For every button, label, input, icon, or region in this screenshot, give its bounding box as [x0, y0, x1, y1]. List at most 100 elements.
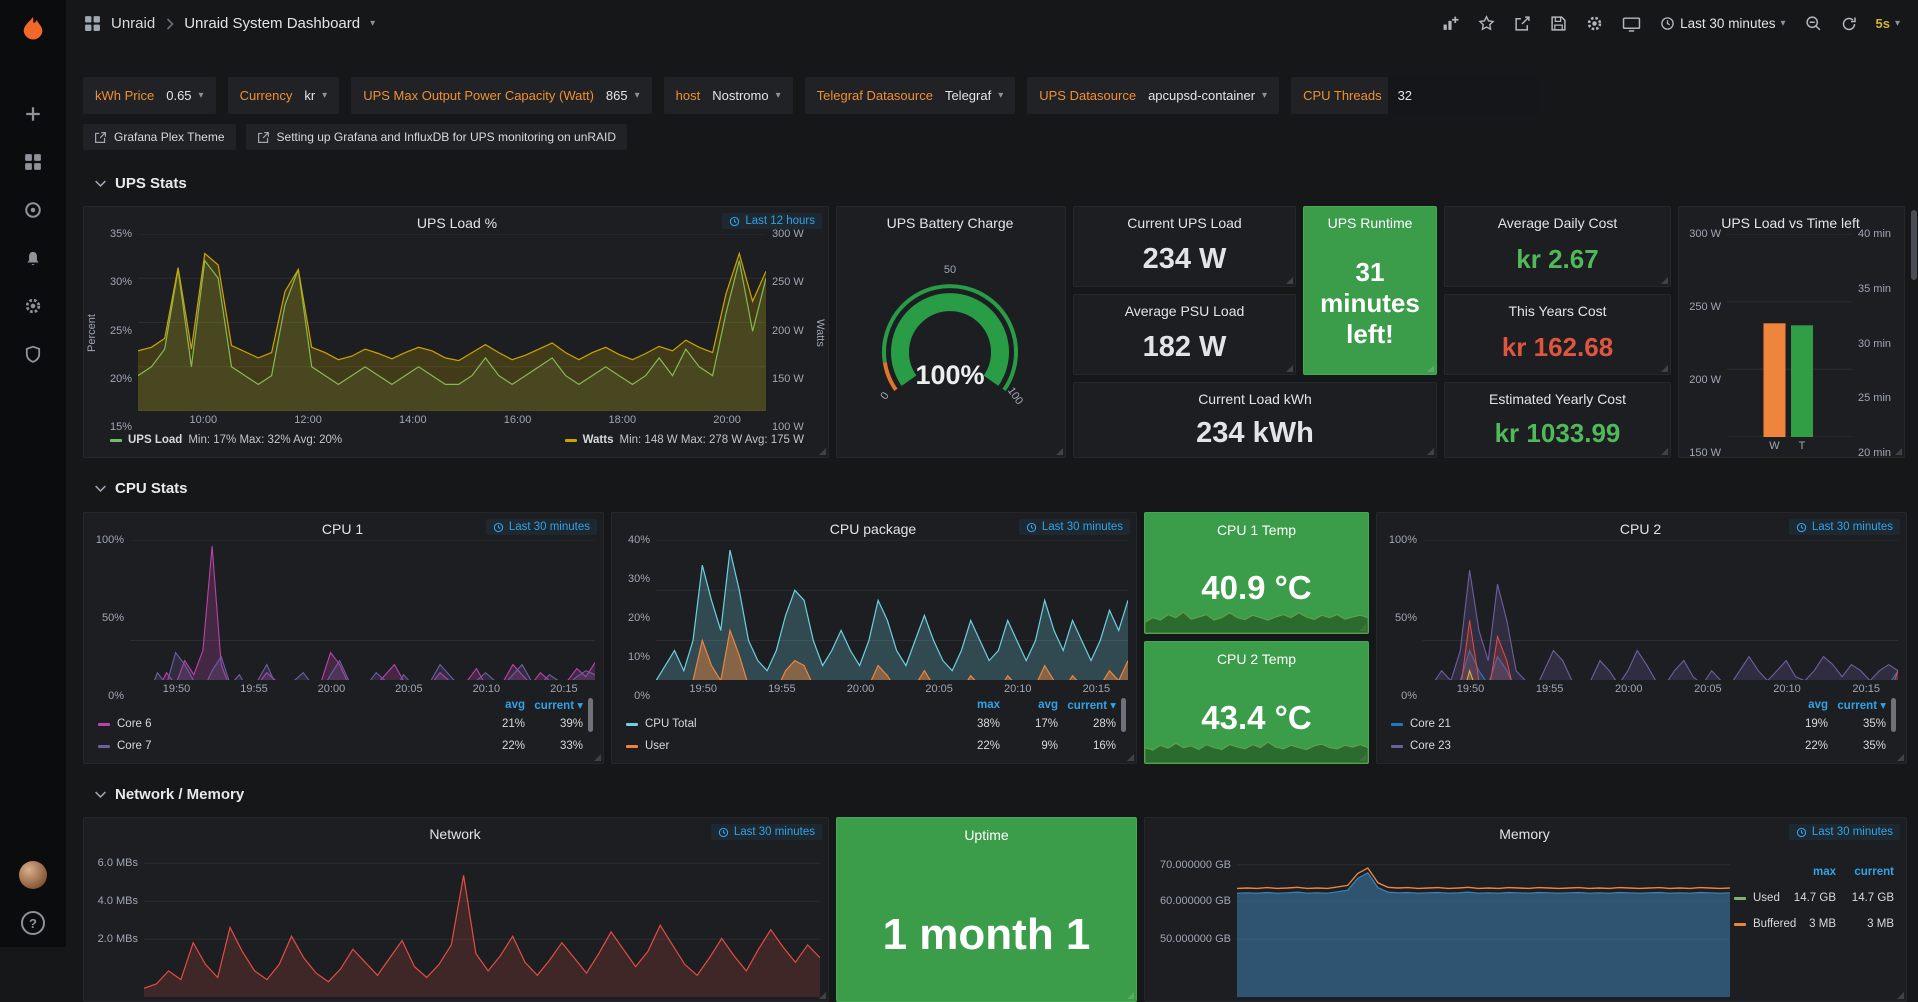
panel-resize-handle[interactable] — [1897, 992, 1904, 999]
variable-host[interactable]: host Nostromo▾ — [664, 77, 793, 114]
panel-title[interactable]: Current UPS Load — [1074, 213, 1295, 233]
legend-row[interactable]: Buffered3 MB3 MB — [1734, 911, 1894, 937]
panel-resize-handle[interactable] — [1286, 365, 1293, 372]
panel-resize-handle[interactable] — [1056, 448, 1063, 455]
legend-column-header[interactable]: current ▾ — [1064, 698, 1116, 712]
panel-title[interactable]: UPS Load % — [102, 212, 812, 234]
cycle-view-mode-button[interactable] — [1622, 15, 1641, 32]
row-header-ups-stats[interactable]: UPS Stats — [94, 175, 1918, 192]
share-dashboard-button[interactable] — [1514, 15, 1531, 32]
breadcrumb-folder[interactable]: Unraid — [111, 15, 155, 32]
time-range-badge[interactable]: Last 30 minutes — [711, 824, 822, 840]
chart-plot-area[interactable] — [138, 234, 766, 411]
panel-resize-handle[interactable] — [1127, 754, 1134, 761]
panel-title[interactable]: CPU 1 Temp — [1145, 519, 1368, 541]
legend-column-header[interactable]: current — [1842, 866, 1894, 878]
row-header-network-memory[interactable]: Network / Memory — [94, 786, 1918, 803]
legend-row[interactable]: User22%9%16% — [626, 735, 1116, 757]
panel-resize-handle[interactable] — [1286, 277, 1293, 284]
time-range-picker[interactable]: Last 30 minutes ▾ — [1660, 16, 1785, 31]
panel-resize-handle[interactable] — [1127, 992, 1134, 999]
apps-grid-icon[interactable] — [84, 15, 101, 32]
panel-resize-handle[interactable] — [1427, 365, 1434, 372]
legend-scrollbar[interactable] — [1891, 698, 1896, 732]
time-range-badge[interactable]: Last 12 hours — [722, 213, 822, 229]
legend-item[interactable]: UPS LoadMin: 17% Max: 32% Avg: 20% — [110, 434, 342, 446]
dashboard-link-grafana-plex-theme[interactable]: Grafana Plex Theme — [83, 124, 236, 150]
panel-resize-handle[interactable] — [1661, 448, 1668, 455]
legend-column-header[interactable]: max — [1784, 866, 1836, 878]
chart-plot-area[interactable] — [1237, 845, 1730, 997]
sidebar-item-server-admin[interactable] — [0, 330, 66, 378]
panel-title[interactable]: CPU 2 Temp — [1145, 648, 1368, 670]
chart-plot-area[interactable] — [130, 540, 595, 680]
legend-column-header[interactable]: current ▾ — [531, 698, 583, 712]
grafana-logo[interactable] — [17, 0, 49, 62]
dashboard-link-ups-monitoring-guide[interactable]: Setting up Grafana and InfluxDB for UPS … — [246, 124, 628, 150]
legend-row[interactable]: Core 2119%35% — [1391, 713, 1886, 735]
panel-resize-handle[interactable] — [1661, 277, 1668, 284]
zoom-out-time-button[interactable] — [1805, 15, 1822, 32]
panel-resize-handle[interactable] — [819, 448, 826, 455]
variable-currency[interactable]: Currency kr▾ — [228, 77, 340, 114]
legend-item[interactable]: WattsMin: 148 W Max: 278 W Avg: 175 W — [565, 434, 804, 446]
chart-plot-area[interactable] — [1727, 234, 1852, 437]
panel-resize-handle[interactable] — [1427, 448, 1434, 455]
save-dashboard-button[interactable] — [1550, 15, 1567, 32]
legend-row[interactable]: Core 722%33% — [98, 735, 583, 757]
dashboard-settings-button[interactable] — [1586, 15, 1603, 32]
panel-title[interactable]: This Years Cost — [1445, 301, 1670, 321]
sidebar-item-explore[interactable] — [0, 186, 66, 234]
sidebar-item-dashboards[interactable] — [0, 138, 66, 186]
panel-title[interactable]: Estimated Yearly Cost — [1445, 389, 1670, 409]
row-header-cpu-stats[interactable]: CPU Stats — [94, 480, 1918, 497]
star-dashboard-button[interactable] — [1478, 15, 1495, 32]
time-range-badge[interactable]: Last 30 minutes — [1789, 519, 1900, 535]
legend-column-header[interactable]: avg — [1776, 699, 1828, 711]
sidebar-item-configuration[interactable] — [0, 282, 66, 330]
chart-plot-area[interactable] — [656, 540, 1128, 680]
chart-plot-area[interactable] — [144, 845, 820, 997]
sidebar-item-alerting[interactable] — [0, 234, 66, 282]
add-panel-button[interactable] — [1442, 15, 1459, 32]
legend-column-header[interactable]: max — [948, 699, 1000, 711]
panel-title[interactable]: UPS Runtime — [1304, 213, 1436, 233]
legend-row[interactable]: Core 621%39% — [98, 713, 583, 735]
variable-cpu-threads[interactable]: CPU Threads 32 — [1291, 77, 1538, 114]
time-range-badge[interactable]: Last 30 minutes — [1019, 519, 1130, 535]
user-avatar[interactable] — [19, 861, 47, 889]
panel-title[interactable]: UPS Battery Charge — [843, 212, 1057, 234]
legend-row[interactable]: CPU Total38%17%28% — [626, 713, 1116, 735]
variable-cpu-threads-input[interactable]: 32 — [1388, 77, 1538, 114]
battery-gauge[interactable]: 100% 050100 — [850, 256, 1050, 432]
chart-plot-area[interactable] — [1423, 540, 1898, 680]
variable-ups-max-output[interactable]: UPS Max Output Power Capacity (Watt) 865… — [351, 77, 651, 114]
legend-row[interactable]: Used14.7 GB14.7 GB — [1734, 885, 1894, 911]
panel-resize-handle[interactable] — [594, 754, 601, 761]
page-scrollbar[interactable] — [1910, 47, 1918, 947]
panel-title[interactable]: Current Load kWh — [1074, 389, 1436, 409]
variable-kwh-price[interactable]: kWh Price 0.65▾ — [83, 77, 216, 114]
panel-resize-handle[interactable] — [1895, 448, 1902, 455]
time-range-badge[interactable]: Last 30 minutes — [1789, 824, 1900, 840]
page-scrollbar-thumb[interactable] — [1911, 210, 1917, 280]
legend-column-header[interactable]: current ▾ — [1834, 698, 1886, 712]
legend-scrollbar[interactable] — [1121, 698, 1126, 732]
refresh-button[interactable] — [1841, 16, 1857, 32]
panel-title[interactable]: Uptime — [837, 824, 1136, 846]
help-icon[interactable]: ? — [21, 911, 45, 935]
variable-ups-datasource[interactable]: UPS Datasource apcupsd-container▾ — [1027, 77, 1279, 114]
legend-column-header[interactable]: avg — [473, 699, 525, 711]
panel-resize-handle[interactable] — [819, 992, 826, 999]
refresh-interval-picker[interactable]: 5s ▾ — [1876, 16, 1901, 31]
legend-scrollbar[interactable] — [588, 698, 593, 732]
dashboard-title[interactable]: Unraid System Dashboard — [184, 15, 360, 32]
legend-row[interactable]: Core 2322%35% — [1391, 735, 1886, 757]
panel-title[interactable]: Average PSU Load — [1074, 301, 1295, 321]
panel-resize-handle[interactable] — [1897, 754, 1904, 761]
time-range-badge[interactable]: Last 30 minutes — [486, 519, 597, 535]
panel-title[interactable]: Memory — [1151, 823, 1898, 845]
panel-title[interactable]: Average Daily Cost — [1445, 213, 1670, 233]
panel-resize-handle[interactable] — [1661, 365, 1668, 372]
legend-column-header[interactable]: avg — [1006, 699, 1058, 711]
